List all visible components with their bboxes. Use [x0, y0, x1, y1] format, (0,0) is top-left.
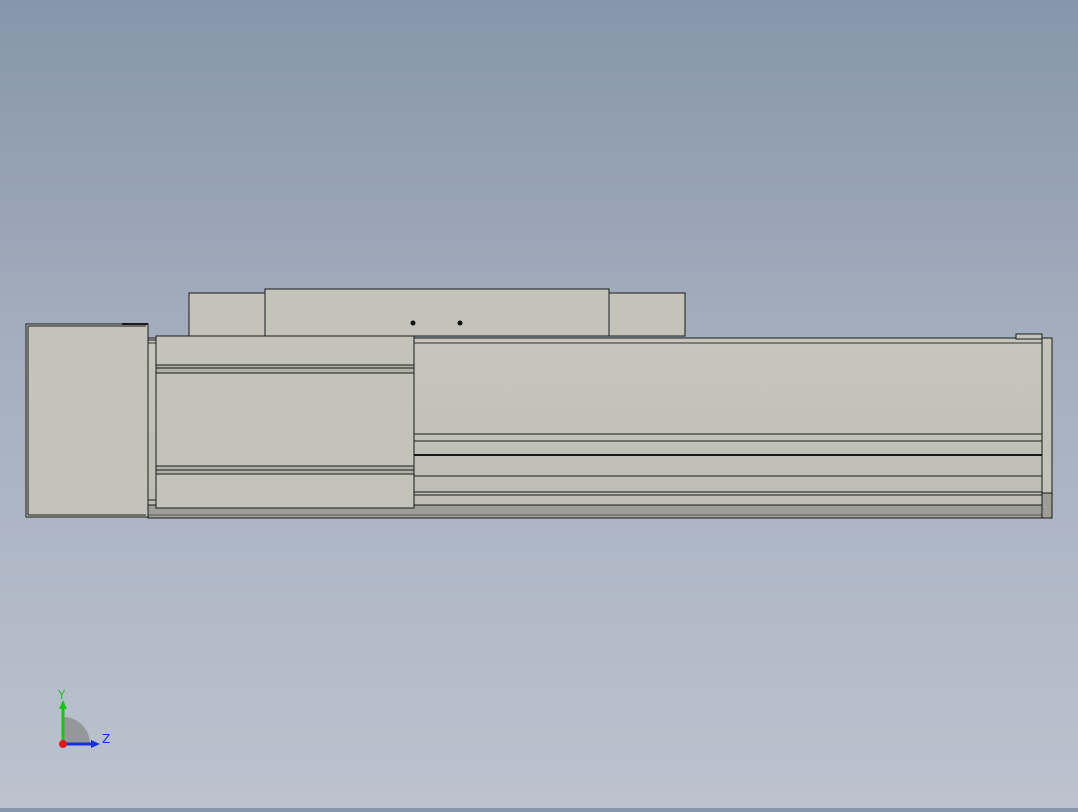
triad-quarter-disc: [63, 717, 90, 744]
carriage-screw-hole: [410, 320, 416, 326]
cover-plate: [148, 335, 415, 509]
cad-viewport[interactable]: Y Z: [0, 0, 1078, 808]
linear-actuator-side-view: [25, 288, 1053, 519]
y-axis-label: Y: [57, 688, 66, 702]
end-cap-tab: [1015, 333, 1043, 340]
carriage-screw-hole: [457, 320, 463, 326]
x-axis-point: [59, 740, 67, 748]
carriage-right-cap: [608, 292, 686, 337]
motor-block: [25, 323, 149, 518]
z-axis-label: Z: [102, 732, 110, 746]
carriage-body: [264, 288, 610, 337]
orientation-triad: Y Z: [57, 688, 110, 748]
carriage: [188, 288, 686, 337]
carriage-left-cap: [188, 292, 266, 337]
